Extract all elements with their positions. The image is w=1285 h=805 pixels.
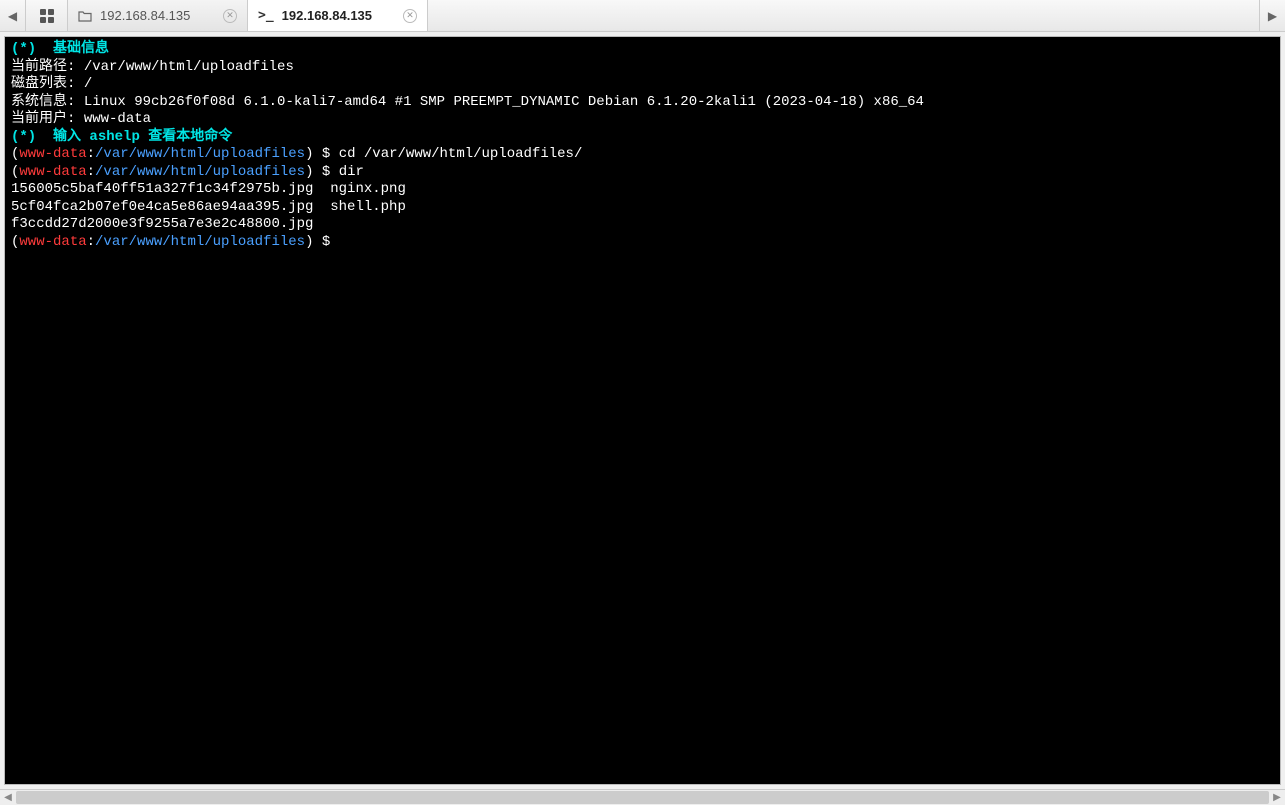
- cmd-cd: cd /var/www/html/uploadfiles/: [339, 146, 583, 162]
- sys-label: 系统信息:: [11, 94, 75, 110]
- prompt-dollar: $: [313, 146, 338, 162]
- user-value: www-data: [84, 111, 151, 127]
- horizontal-scrollbar[interactable]: ◀ ▶: [0, 789, 1285, 805]
- tab-bar: ◀ 192.168.84.135 ✕ >_ 192.168.84.135 ✕ ▶: [0, 0, 1285, 32]
- folder-icon: [78, 10, 92, 22]
- tab-scroll-right[interactable]: ▶: [1259, 0, 1285, 31]
- path-value: /var/www/html/uploadfiles: [84, 59, 294, 75]
- prompt-user: www-data: [19, 146, 86, 162]
- tab-label: 192.168.84.135: [282, 8, 372, 23]
- grid-icon: [40, 9, 54, 23]
- scroll-left-arrow[interactable]: ◀: [0, 790, 16, 805]
- dir-output-line: f3ccdd27d2000e3f9255a7e3e2c48800.jpg: [11, 216, 313, 232]
- tab-file-manager[interactable]: 192.168.84.135 ✕: [68, 0, 248, 31]
- tab-terminal[interactable]: >_ 192.168.84.135 ✕: [248, 0, 428, 31]
- scroll-track[interactable]: [16, 790, 1269, 805]
- path-label: 当前路径:: [11, 59, 75, 75]
- terminal-output[interactable]: (*) 基础信息 当前路径: /var/www/html/uploadfiles…: [5, 37, 1280, 784]
- cmd-dir: dir: [339, 164, 364, 180]
- dir-output-line: 5cf04fca2b07ef0e4ca5e86ae94aa395.jpg she…: [11, 199, 406, 215]
- prompt-sep: :: [87, 146, 95, 162]
- terminal-icon: >_: [258, 8, 274, 23]
- home-tab[interactable]: [26, 0, 68, 31]
- user-label: 当前用户:: [11, 111, 75, 127]
- close-icon[interactable]: ✕: [403, 9, 417, 23]
- info-marker: (*) 基础信息: [11, 41, 109, 57]
- help-hint: (*) 输入 ashelp 查看本地命令: [11, 129, 232, 145]
- dir-output-line: 156005c5baf40ff51a327f1c34f2975b.jpg ngi…: [11, 181, 406, 197]
- tab-label: 192.168.84.135: [100, 8, 190, 23]
- tab-scroll-left[interactable]: ◀: [0, 0, 26, 31]
- disk-value: /: [84, 76, 92, 92]
- prompt-cwd: /var/www/html/uploadfiles: [95, 146, 305, 162]
- scroll-thumb[interactable]: [16, 791, 1269, 804]
- disk-label: 磁盘列表:: [11, 76, 75, 92]
- sys-value: Linux 99cb26f0f08d 6.1.0-kali7-amd64 #1 …: [84, 94, 924, 110]
- terminal-panel: (*) 基础信息 当前路径: /var/www/html/uploadfiles…: [4, 36, 1281, 785]
- scroll-right-arrow[interactable]: ▶: [1269, 790, 1285, 805]
- close-icon[interactable]: ✕: [223, 9, 237, 23]
